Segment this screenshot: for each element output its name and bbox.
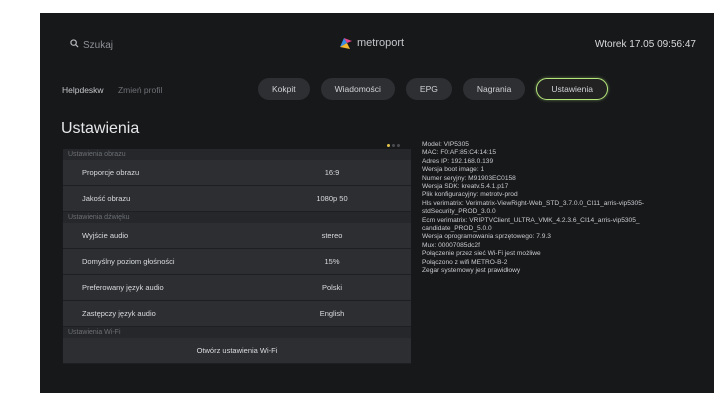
search-icon xyxy=(70,39,79,51)
info-line: stdSecurity_PROD_3.0.0 xyxy=(422,208,496,216)
metroport-logo-icon xyxy=(340,38,352,49)
setting-label: Jakość obrazu xyxy=(82,194,131,203)
helpdesk-link[interactable]: Helpdeskw xyxy=(62,85,104,95)
setting-row-aspect-ratio[interactable]: Proporcje obrazu 16:9 xyxy=(63,160,411,186)
setting-label: Domyślny poziom głośności xyxy=(82,257,175,266)
info-line: Model: VIP5305 xyxy=(422,141,469,148)
metroport-logo: metroport xyxy=(338,35,404,51)
info-line: Wersja SDK: kreatv.5.4.1.p17 xyxy=(422,183,509,191)
info-line: Wersja boot image: 1 xyxy=(422,166,485,174)
open-wifi-settings-label: Otwórz ustawienia Wi-Fi xyxy=(196,346,278,355)
tab-ustawienia[interactable]: Ustawienia xyxy=(536,78,608,100)
info-line: MAC: F0:AF:85:C4:14:15 xyxy=(422,149,497,157)
page-dot xyxy=(397,144,400,147)
search-placeholder: Szukaj xyxy=(83,39,114,51)
setting-value: stereo xyxy=(321,231,343,240)
info-line: Hls verimatrix: Verimatrix-ViewRight-Web… xyxy=(422,199,645,207)
info-line: Mux: 00007085dc2f xyxy=(422,241,480,249)
setting-value: English xyxy=(319,309,345,318)
top-bar: Szukaj metroport Wtorek 17.05 09:56:47 xyxy=(40,13,714,75)
info-line: candidate_PROD_5.0.0 xyxy=(422,225,492,233)
info-line: Połączono z wifi METRO-B-2 xyxy=(422,258,508,266)
info-line: Zegar systemowy jest prawidłowy xyxy=(422,267,521,275)
setting-row-fallback-audio-language[interactable]: Zastępczy język audio English xyxy=(63,301,411,327)
device-info-panel: Model: VIP5305 MAC: F0:AF:85:C4:14:15 Ad… xyxy=(422,141,702,276)
setting-label: Proporcje obrazu xyxy=(82,168,140,177)
setting-value: 16:9 xyxy=(324,168,340,177)
page-dot-active xyxy=(387,144,390,147)
setting-label: Zastępczy język audio xyxy=(82,309,156,318)
setting-label: Preferowany język audio xyxy=(82,283,164,292)
tab-nagrania[interactable]: Nagrania xyxy=(462,78,526,100)
settings-panel: Ustawienia obrazu Proporcje obrazu 16:9 … xyxy=(63,149,411,364)
info-line: Ecm verimatrix: VRIPTVClient_ULTRA_VMK_4… xyxy=(422,216,640,224)
profile-row: Helpdeskw Zmień profil xyxy=(62,85,174,95)
tab-kokpit[interactable]: Kokpit xyxy=(258,78,310,100)
info-line: Numer seryjny: M91903EC0158 xyxy=(422,174,516,182)
tv-screen: Szukaj metroport Wtorek 17.05 09:56:47 H… xyxy=(40,13,714,393)
setting-row-image-quality[interactable]: Jakość obrazu 1080p 50 xyxy=(63,186,411,212)
info-line: Plik konfiguracyjny: metrotv-prod xyxy=(422,191,518,199)
tab-wiadomosci[interactable]: Wiadomości xyxy=(320,78,395,100)
date-time: Wtorek 17.05 09:56:47 xyxy=(594,39,696,50)
info-line: Wersja oprogramowania sprzętowego: 7.9.3 xyxy=(422,233,551,241)
setting-row-audio-output[interactable]: Wyjście audio stereo xyxy=(63,223,411,249)
setting-row-default-volume[interactable]: Domyślny poziom głośności 15% xyxy=(63,249,411,275)
search-field[interactable]: Szukaj xyxy=(70,39,113,51)
tab-epg[interactable]: EPG xyxy=(405,78,452,100)
page-title: Ustawienia xyxy=(61,120,140,137)
setting-value: 15% xyxy=(324,257,340,266)
info-line: Połączenie przez sieć Wi-Fi jest możliwe xyxy=(422,250,541,258)
setting-label: Wyjście audio xyxy=(82,231,129,240)
section-label-wifi: Ustawienia Wi-Fi xyxy=(63,327,411,338)
setting-value: Polski xyxy=(321,283,342,292)
main-tabs: Kokpit Wiadomości EPG Nagrania Ustawieni… xyxy=(258,78,619,100)
page-indicator xyxy=(387,144,402,147)
page-dot xyxy=(392,144,395,147)
logo-text: metroport xyxy=(357,37,405,49)
section-label-sound: Ustawienia dźwięku xyxy=(63,212,411,223)
section-label-image: Ustawienia obrazu xyxy=(63,149,411,160)
change-profile-link[interactable]: Zmień profil xyxy=(118,85,162,95)
setting-value: 1080p 50 xyxy=(316,194,348,203)
setting-row-preferred-audio-language[interactable]: Preferowany język audio Polski xyxy=(63,275,411,301)
open-wifi-settings-button[interactable]: Otwórz ustawienia Wi-Fi xyxy=(63,338,411,364)
info-line: Adres IP: 192.168.0.139 xyxy=(422,157,494,165)
